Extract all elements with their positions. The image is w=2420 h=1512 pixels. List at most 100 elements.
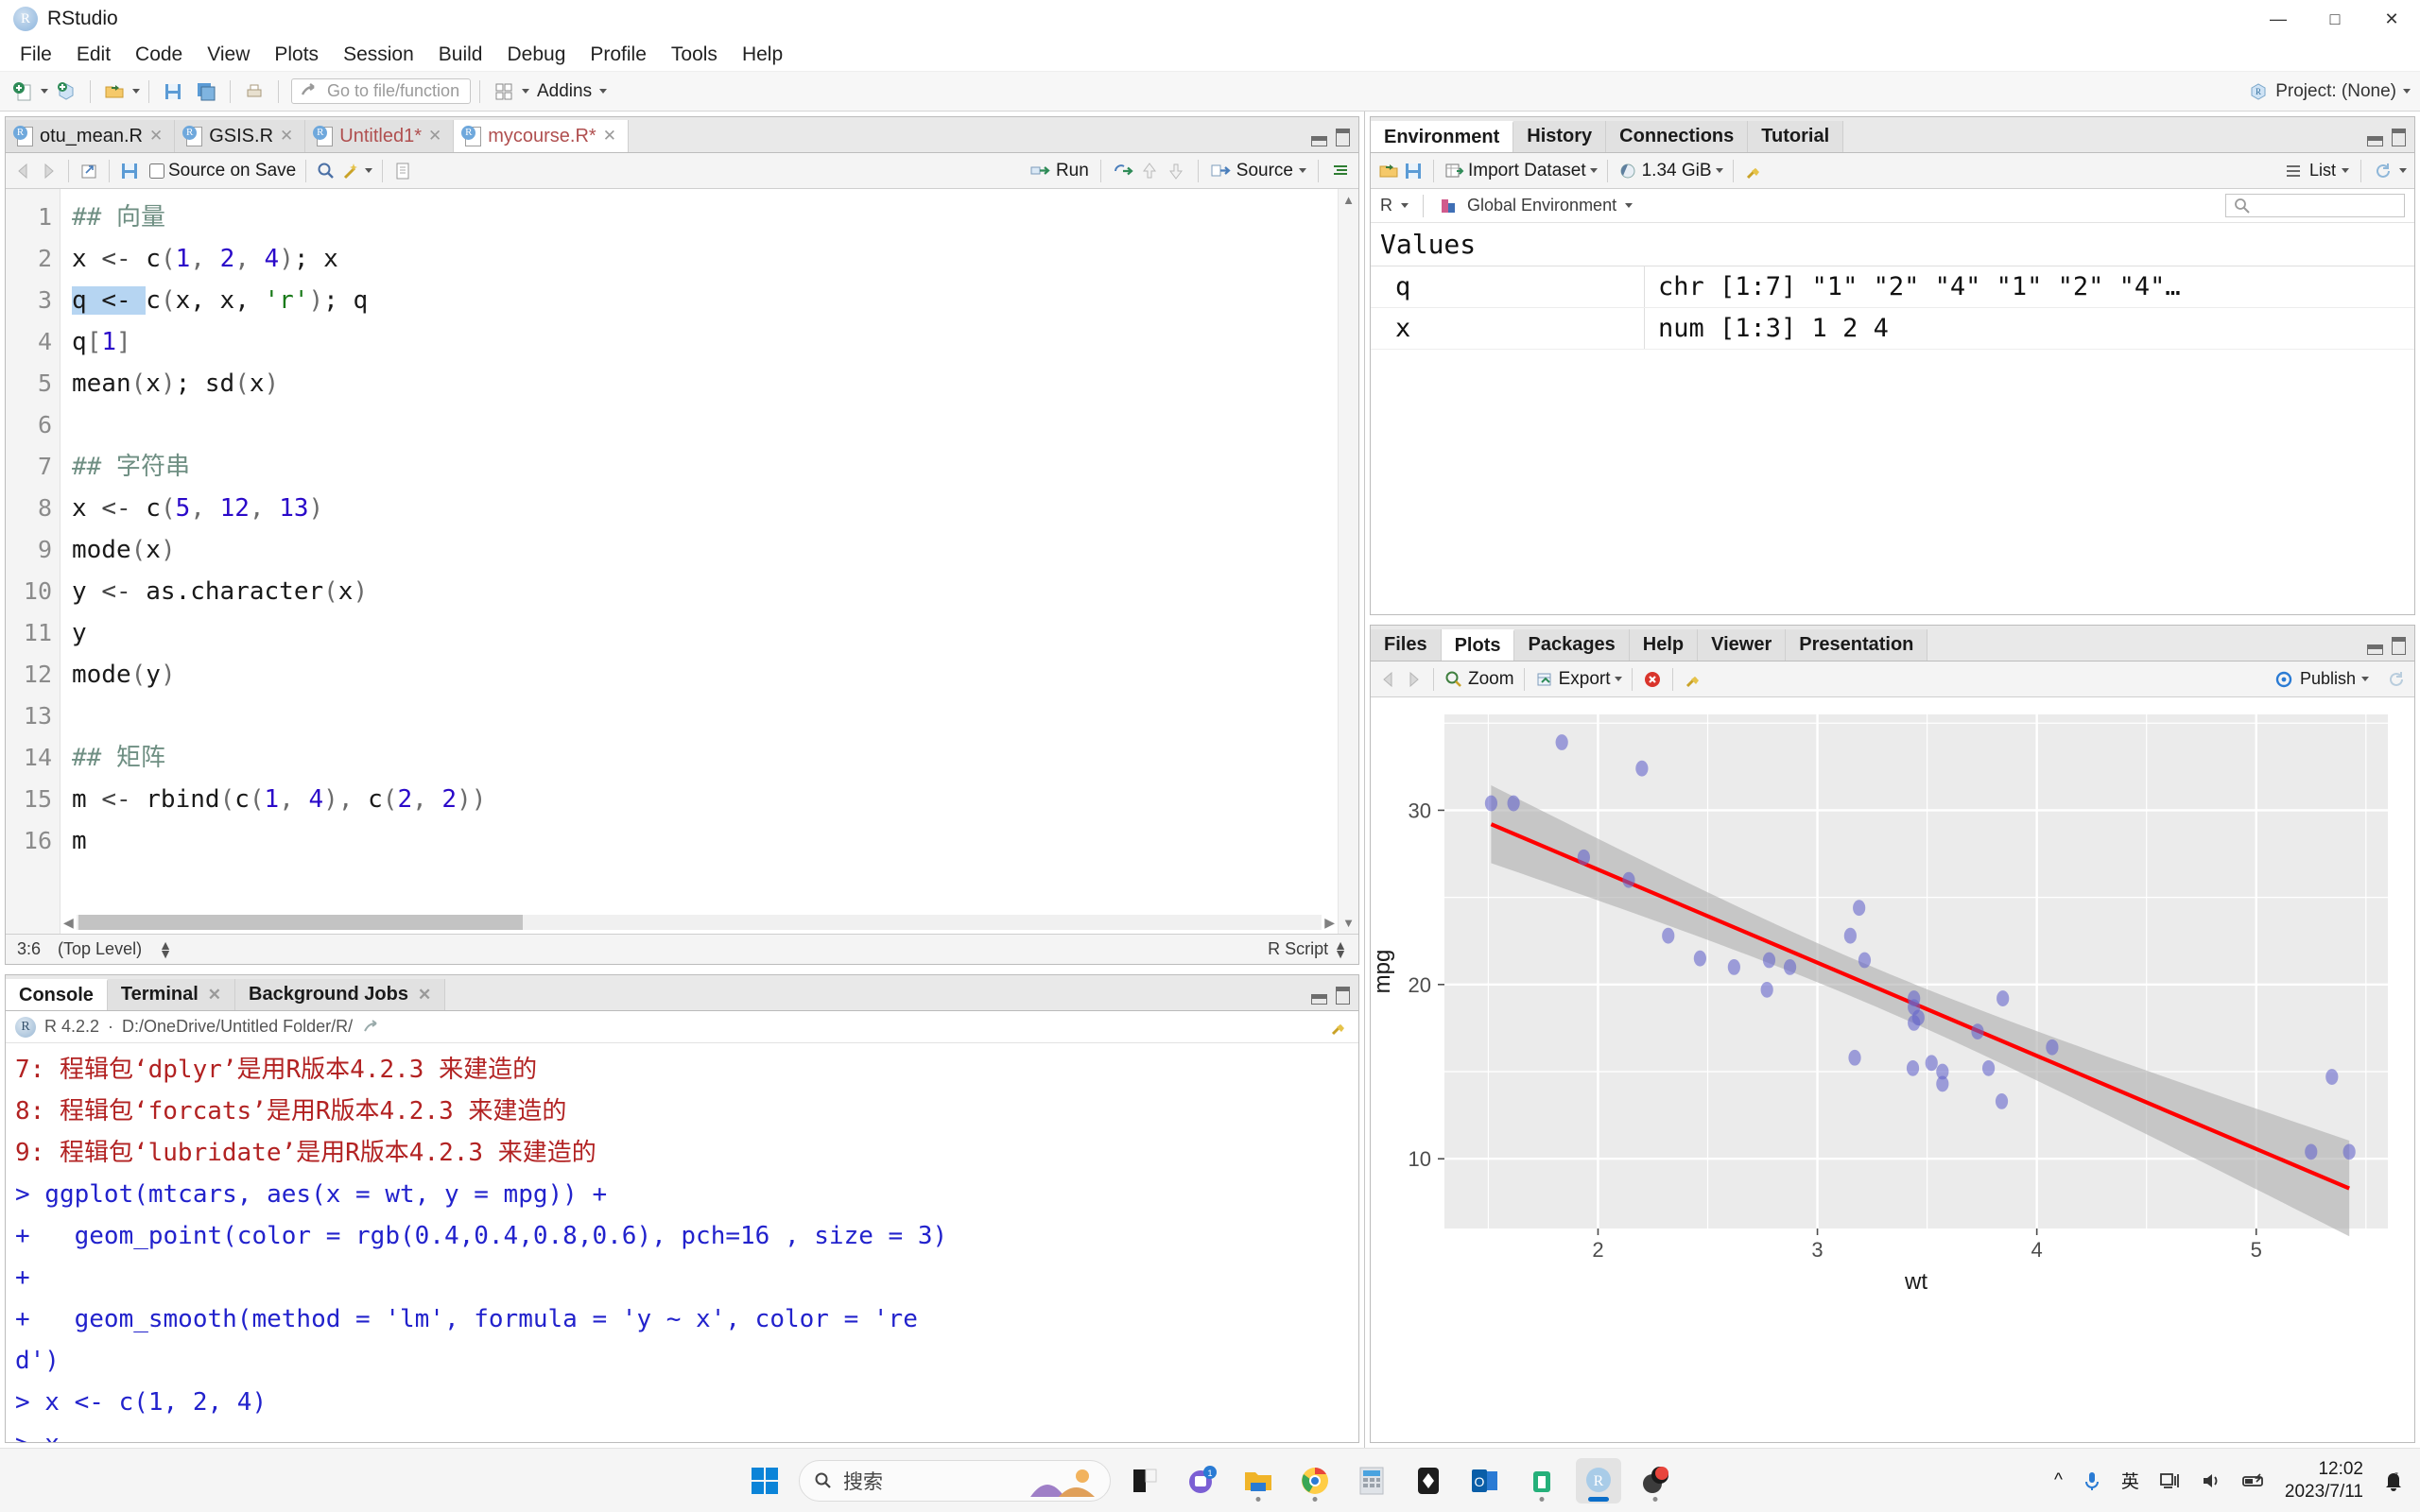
save-workspace-icon[interactable]: [1403, 161, 1424, 181]
scroll-down-icon[interactable]: ▼: [1342, 916, 1355, 930]
forward-arrow-icon[interactable]: [38, 161, 59, 181]
code-line[interactable]: x <- c(5, 12, 13): [72, 488, 1338, 529]
clear-all-plots-broom-icon[interactable]: [1683, 669, 1703, 690]
code-line[interactable]: m: [72, 820, 1338, 862]
clear-environment-broom-icon[interactable]: [1743, 161, 1764, 181]
notifications-bell-icon[interactable]: z: [2382, 1469, 2405, 1493]
network-icon[interactable]: [2158, 1469, 2181, 1492]
refresh-dropdown-icon[interactable]: [2399, 168, 2407, 173]
goto-file-function-input[interactable]: Go to file/function: [291, 78, 471, 104]
tab-console[interactable]: Console: [6, 979, 108, 1010]
tab-viewer[interactable]: Viewer: [1698, 629, 1787, 661]
tab-plots[interactable]: Plots: [1441, 629, 1515, 661]
workspace-panes-button[interactable]: [489, 78, 519, 105]
panes-dropdown-icon[interactable]: [522, 89, 529, 94]
view-mode-dropdown-icon[interactable]: [2342, 168, 2349, 173]
source-on-save-checkbox[interactable]: [149, 163, 164, 179]
menu-profile[interactable]: Profile: [578, 40, 659, 70]
code-line[interactable]: [72, 696, 1338, 737]
taskbar-app-teams[interactable]: 1: [1179, 1458, 1224, 1503]
environment-variable-list[interactable]: Values q chr [1:7] "1" "2" "4" "1" "2" "…: [1371, 223, 2414, 614]
back-arrow-icon[interactable]: [13, 161, 34, 181]
menu-build[interactable]: Build: [426, 40, 495, 70]
code-tools-wand-icon[interactable]: [340, 161, 361, 181]
menu-plots[interactable]: Plots: [262, 40, 331, 70]
export-icon[interactable]: [1534, 669, 1555, 690]
table-row[interactable]: q chr [1:7] "1" "2" "4" "1" "2" "4"…: [1371, 266, 2414, 308]
environment-scope-dropdown-icon[interactable]: [1625, 203, 1634, 208]
scroll-up-icon[interactable]: ▲: [1342, 193, 1355, 207]
tab-presentation[interactable]: Presentation: [1786, 629, 1928, 661]
memory-usage-icon[interactable]: [1617, 161, 1638, 181]
minimize-pane-icon[interactable]: [2367, 644, 2383, 655]
maximize-pane-icon[interactable]: [1336, 129, 1350, 146]
code-editor[interactable]: 1 2 3 4 5 6 7 8 9 10 11 12 13 14 15 16 ## 向量 x <- c(1, 2…: [6, 189, 1358, 934]
memory-dropdown-icon[interactable]: [1715, 168, 1723, 173]
import-dataset-button[interactable]: Import Dataset: [1468, 161, 1586, 181]
minimize-pane-icon[interactable]: [1311, 136, 1327, 146]
menu-view[interactable]: View: [195, 40, 262, 70]
code-scope[interactable]: (Top Level): [58, 939, 142, 959]
code-line[interactable]: ## 字符串: [72, 446, 1338, 488]
taskbar-app-lenovo-vantage[interactable]: [1406, 1458, 1451, 1503]
taskbar-app-calculator[interactable]: [1349, 1458, 1394, 1503]
refresh-plot-icon[interactable]: [2386, 669, 2407, 690]
tray-expand-chevron-icon[interactable]: ^: [2054, 1470, 2063, 1491]
taskbar-app-file-explorer[interactable]: [1236, 1458, 1281, 1503]
zoom-icon[interactable]: [1443, 669, 1464, 690]
source-tab-untitled1[interactable]: Untitled1* ✕: [305, 120, 455, 152]
show-document-outline-icon[interactable]: [1330, 161, 1351, 181]
print-button[interactable]: [239, 78, 269, 105]
scroll-left-icon[interactable]: ◀: [60, 915, 77, 931]
remove-plot-icon[interactable]: [1642, 669, 1663, 690]
tab-connections[interactable]: Connections: [1606, 121, 1749, 152]
filetype-stepper-icon[interactable]: ▲ ▼: [1334, 938, 1347, 960]
tab-background-jobs[interactable]: Background Jobs ✕: [235, 979, 446, 1010]
open-directory-icon[interactable]: [361, 1017, 382, 1038]
taskbar-app-recycle-bin[interactable]: [1519, 1458, 1564, 1503]
code-tools-dropdown-icon[interactable]: [365, 168, 373, 173]
code-line[interactable]: y: [72, 612, 1338, 654]
source-button[interactable]: Source: [1236, 161, 1293, 181]
project-dropdown-icon[interactable]: [2403, 89, 2411, 94]
hscroll-track[interactable]: [76, 915, 1322, 930]
minimize-pane-icon[interactable]: [2367, 136, 2383, 146]
tab-history[interactable]: History: [1513, 121, 1607, 152]
file-type[interactable]: R Script: [1268, 939, 1328, 959]
battery-icon[interactable]: [2241, 1469, 2266, 1492]
taskbar-app-unknown-dark[interactable]: [1122, 1458, 1167, 1503]
export-button[interactable]: Export: [1559, 669, 1611, 690]
menu-debug[interactable]: Debug: [494, 40, 578, 70]
new-file-dropdown-icon[interactable]: [41, 89, 48, 94]
taskbar-app-rstudio[interactable]: R: [1576, 1457, 1621, 1503]
minimize-pane-icon[interactable]: [1311, 994, 1327, 1005]
editor-vertical-scrollbar[interactable]: ▲ ▼: [1338, 189, 1358, 934]
plot-display-area[interactable]: 2 3 4 5 10 20 30 wt mpg: [1371, 697, 2414, 1442]
memory-usage-label[interactable]: 1.34 GiB: [1642, 161, 1712, 181]
code-line[interactable]: ## 矩阵: [72, 737, 1338, 779]
close-button[interactable]: ✕: [2363, 0, 2420, 38]
code-line[interactable]: m <- rbind(c(1, 4), c(2, 2)): [72, 779, 1338, 820]
close-icon[interactable]: ✕: [280, 127, 293, 146]
close-icon[interactable]: ✕: [208, 986, 221, 1005]
code-line[interactable]: ## 向量: [72, 197, 1338, 238]
tab-files[interactable]: Files: [1371, 629, 1442, 661]
previous-chunk-icon[interactable]: [1139, 161, 1160, 181]
code-line[interactable]: mean(x); sd(x): [72, 363, 1338, 404]
save-button[interactable]: [158, 78, 188, 105]
new-project-button[interactable]: [51, 78, 81, 105]
rerun-icon[interactable]: [1113, 161, 1133, 181]
scope-language-dropdown-icon[interactable]: [1401, 203, 1409, 208]
maximize-pane-icon[interactable]: [1336, 987, 1350, 1005]
save-icon[interactable]: [119, 161, 140, 181]
environment-view-selector[interactable]: List: [2283, 159, 2407, 182]
show-in-new-window-icon[interactable]: [78, 161, 99, 181]
menu-edit[interactable]: Edit: [64, 40, 123, 70]
scope-stepper-icon[interactable]: ▲ ▼: [159, 938, 172, 960]
save-all-button[interactable]: [191, 78, 221, 105]
start-button[interactable]: [742, 1458, 787, 1503]
menu-code[interactable]: Code: [123, 40, 195, 70]
new-file-button[interactable]: [8, 78, 38, 105]
source-tab-gsis[interactable]: GSIS.R ✕: [175, 120, 306, 152]
code-line[interactable]: mode(x): [72, 529, 1338, 571]
